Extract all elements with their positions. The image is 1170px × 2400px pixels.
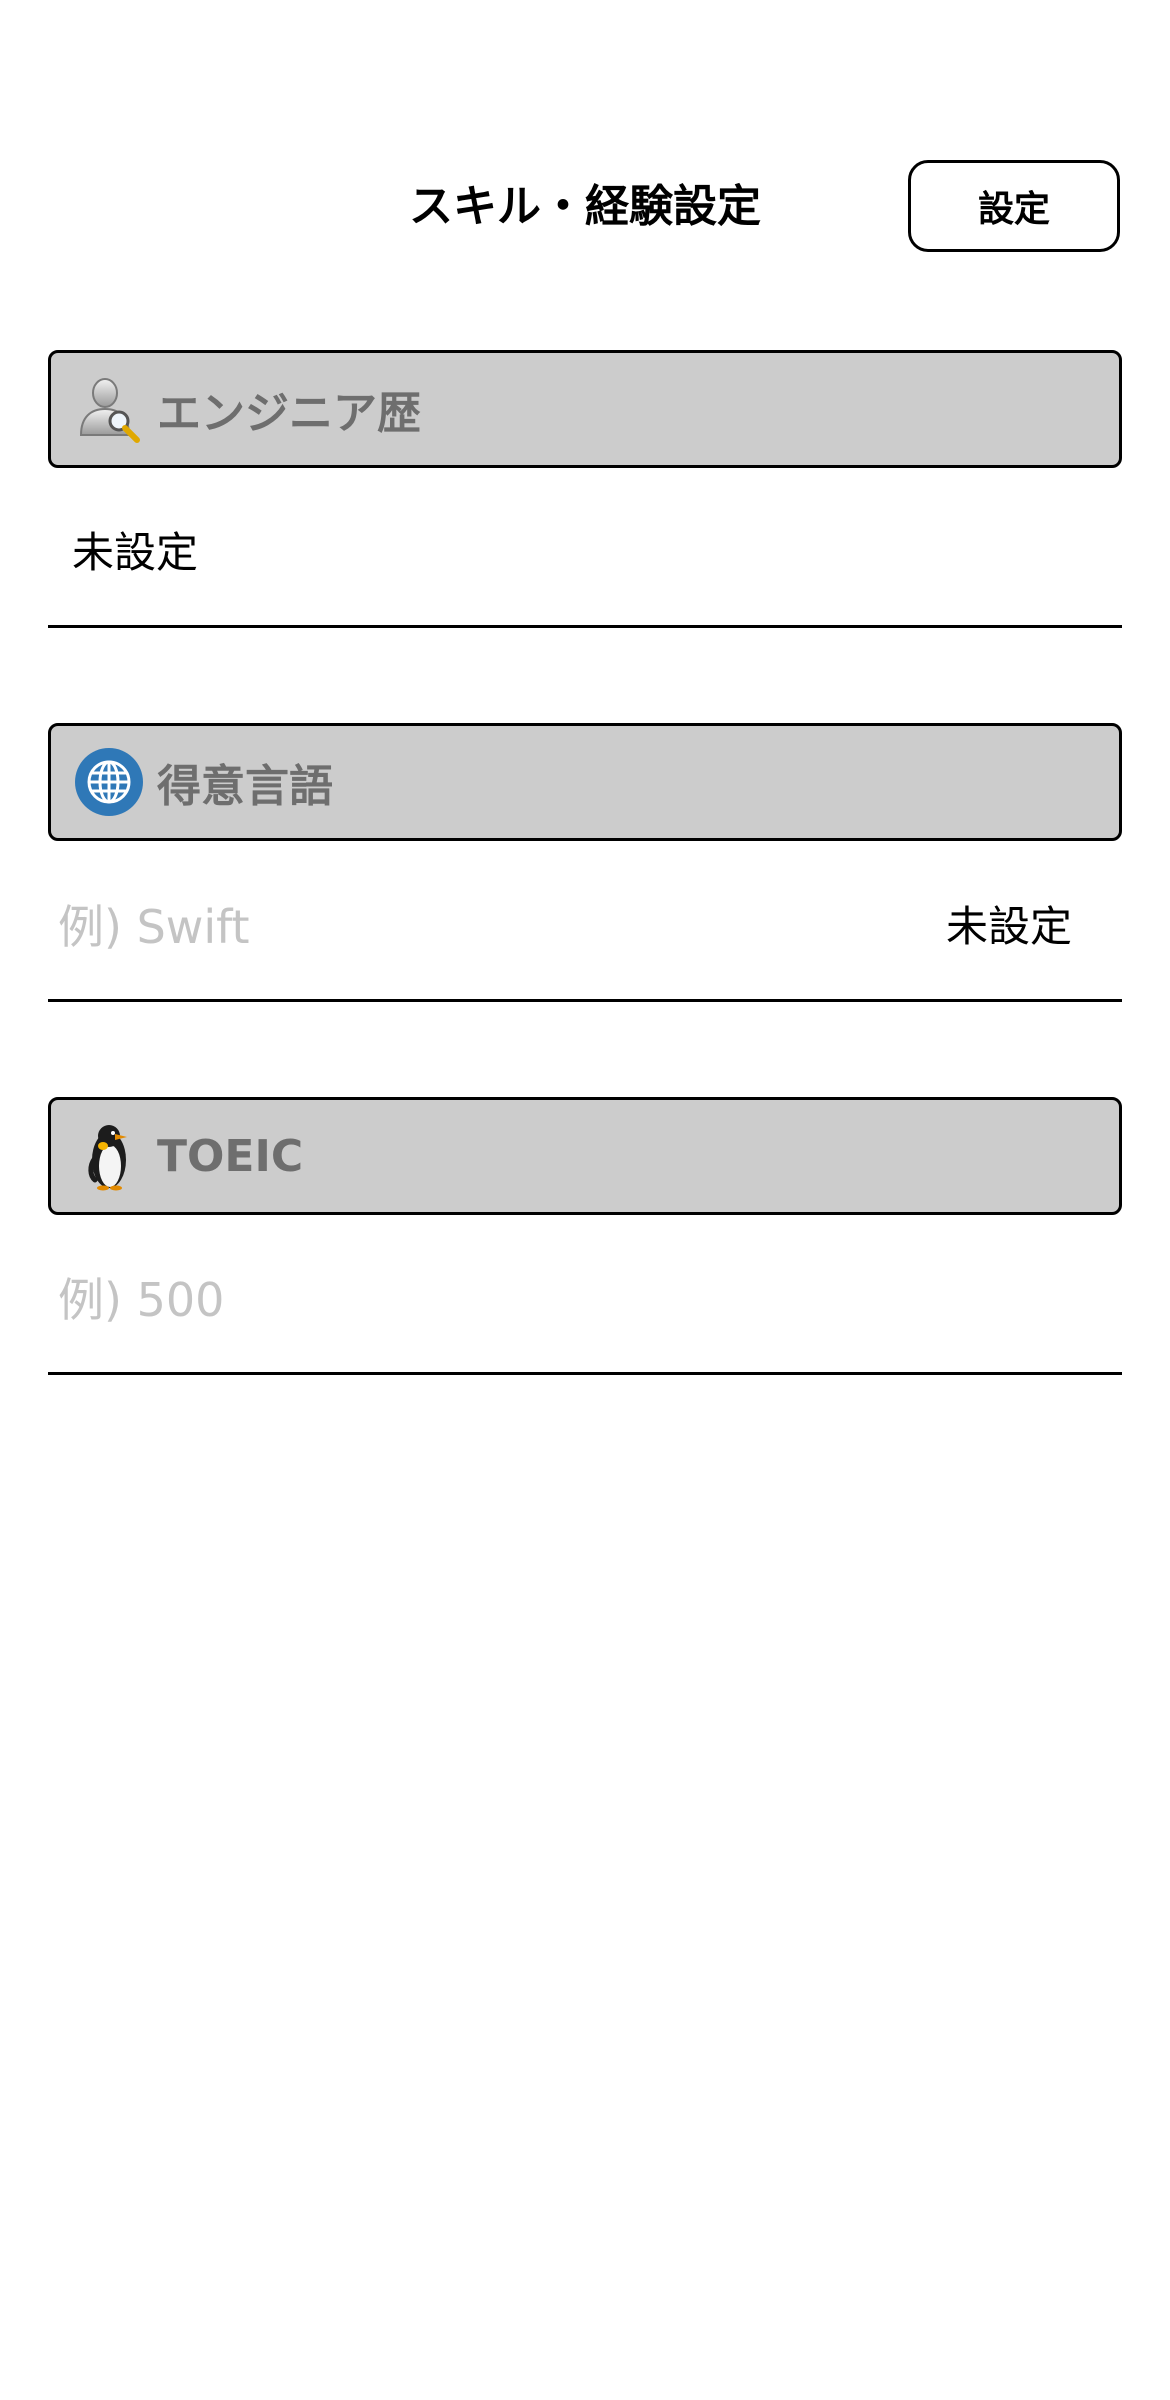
- language-row: 未設定: [48, 852, 1122, 1002]
- experience-row[interactable]: 未設定: [48, 478, 1122, 628]
- section-label-experience: エンジニア歴: [157, 388, 421, 439]
- toeic-input[interactable]: [58, 1265, 1098, 1335]
- globe-icon: [73, 746, 145, 818]
- section-header-toeic: TOEIC: [48, 1097, 1122, 1215]
- section-label-language: 得意言語: [157, 761, 333, 812]
- section-label-toeic: TOEIC: [157, 1130, 304, 1182]
- section-header-experience: エンジニア歴: [48, 350, 1122, 468]
- experience-value: 未設定: [72, 528, 199, 577]
- skill-experience-screen: スキル・経験設定 設定 エンジニア歴 未設定 得意言語 例) Swift 未設定…: [0, 0, 1170, 2400]
- user-search-icon: [73, 373, 145, 445]
- section-header-language: 得意言語: [48, 723, 1122, 841]
- toeic-row: [48, 1225, 1122, 1375]
- language-status[interactable]: 未設定: [946, 852, 1072, 1002]
- language-input[interactable]: [58, 892, 858, 962]
- settings-button[interactable]: 設定: [908, 160, 1120, 252]
- penguin-icon: [73, 1120, 145, 1192]
